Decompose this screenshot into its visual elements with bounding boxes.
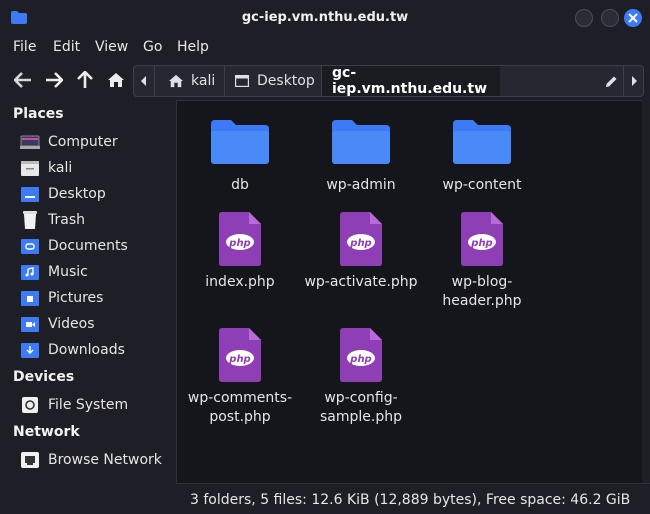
close-icon — [628, 13, 638, 23]
file-name: wp-blog- — [451, 274, 513, 290]
svg-text:php: php — [228, 354, 250, 365]
file-name: wp-activate.php — [304, 274, 418, 290]
home-folder-icon — [20, 159, 40, 177]
file-item-wp-activate-php[interactable]: php wp-activate.php — [301, 211, 421, 292]
pencil-icon — [605, 76, 616, 87]
sidebar-item-computer[interactable]: Computer — [20, 131, 170, 153]
computer-icon — [20, 133, 40, 151]
crumb-label: Desktop — [257, 73, 315, 89]
file-view[interactable]: db wp-admin wp-content php index.php php… — [176, 100, 643, 484]
scrollbar[interactable] — [642, 100, 650, 483]
folder-item-wp-admin[interactable]: wp-admin — [301, 114, 421, 195]
file-name: wp-config- — [324, 390, 398, 406]
crumb-label: gc-iep.vm.nthu.edu.tw — [332, 65, 488, 97]
sidebar-item-desktop[interactable]: Desktop — [20, 183, 170, 205]
file-name: header.php — [442, 293, 522, 309]
menu-view[interactable]: View — [95, 39, 128, 55]
toolbar: kali Desktop gc-iep.vm.nthu.edu.tw — [0, 62, 650, 98]
crumb-desktop[interactable]: Desktop — [225, 66, 322, 96]
back-button[interactable] — [11, 68, 35, 92]
trash-icon — [20, 211, 40, 229]
sidebar-item-pictures[interactable]: Pictures — [20, 287, 170, 309]
php-file-icon: php — [301, 327, 421, 383]
close-button[interactable] — [624, 9, 642, 27]
file-item-index-php[interactable]: php index.php — [180, 211, 300, 292]
home-icon — [169, 74, 183, 88]
svg-text:php: php — [470, 238, 492, 249]
home-icon — [108, 73, 124, 87]
path-scroll-right-button[interactable] — [623, 66, 643, 96]
drive-icon — [20, 396, 40, 414]
menu-go[interactable]: Go — [143, 39, 162, 55]
crumb-current-folder[interactable]: gc-iep.vm.nthu.edu.tw — [322, 66, 500, 96]
svg-text:php: php — [349, 238, 371, 249]
path-scroll-left-button[interactable] — [134, 66, 155, 96]
chevron-left-icon — [141, 76, 146, 86]
file-name: post.php — [209, 409, 271, 425]
sidebar: Places Computer kali Desktop Trash Docum… — [0, 100, 176, 513]
menu-edit[interactable]: Edit — [53, 39, 80, 55]
file-item-wp-config-sample-php[interactable]: php wp-config- sample.php — [301, 327, 421, 427]
status-bar: 3 folders, 5 files: 12.6 KiB (12,889 byt… — [176, 483, 650, 514]
window-title: gc-iep.vm.nthu.edu.tw — [241, 10, 409, 25]
places-heading: Places — [13, 106, 64, 122]
arrow-up-icon — [77, 71, 93, 88]
videos-folder-icon — [20, 315, 40, 333]
php-file-icon: php — [180, 211, 300, 267]
sidebar-item-downloads[interactable]: Downloads — [20, 339, 170, 361]
maximize-button[interactable] — [601, 9, 619, 27]
folder-icon — [301, 114, 421, 170]
title-bar: gc-iep.vm.nthu.edu.tw — [0, 0, 650, 36]
arrow-left-icon — [14, 72, 31, 88]
file-name: wp-comments- — [187, 390, 293, 406]
file-item-wp-blog-header-php[interactable]: php wp-blog- header.php — [422, 211, 542, 311]
status-text: 3 folders, 5 files: 12.6 KiB (12,889 byt… — [190, 492, 631, 508]
chevron-right-icon — [632, 76, 637, 86]
minimize-button[interactable] — [575, 9, 593, 27]
crumb-kali[interactable]: kali — [155, 66, 225, 96]
music-folder-icon — [20, 263, 40, 281]
sidebar-item-browse-network[interactable]: Browse Network — [20, 449, 170, 471]
network-icon — [20, 451, 40, 469]
svg-text:php: php — [228, 238, 250, 249]
desktop-folder-icon — [20, 185, 40, 203]
file-name: index.php — [205, 274, 275, 290]
crumb-label: kali — [191, 73, 216, 89]
menu-file[interactable]: File — [13, 39, 36, 55]
file-item-wp-comments-post-php[interactable]: php wp-comments- post.php — [180, 327, 300, 427]
file-name: sample.php — [320, 409, 402, 425]
php-file-icon: php — [422, 211, 542, 267]
pictures-folder-icon — [20, 289, 40, 307]
php-file-icon: php — [301, 211, 421, 267]
folder-icon — [422, 114, 542, 170]
menu-bar: File Edit View Go Help — [0, 36, 650, 60]
network-heading: Network — [13, 424, 80, 440]
edit-location-button[interactable] — [599, 66, 623, 96]
folder-item-db[interactable]: db — [180, 114, 300, 195]
forward-button[interactable] — [42, 68, 66, 92]
sidebar-item-music[interactable]: Music — [20, 261, 170, 283]
sidebar-item-trash[interactable]: Trash — [20, 209, 170, 231]
file-name: wp-admin — [326, 177, 396, 193]
folder-icon — [180, 114, 300, 170]
sidebar-item-videos[interactable]: Videos — [20, 313, 170, 335]
downloads-folder-icon — [20, 341, 40, 359]
sidebar-item-documents[interactable]: Documents — [20, 235, 170, 257]
file-name: db — [231, 177, 249, 193]
sidebar-item-kali[interactable]: kali — [20, 157, 170, 179]
up-button[interactable] — [73, 68, 97, 92]
devices-heading: Devices — [13, 369, 75, 385]
desktop-icon — [235, 75, 249, 87]
documents-folder-icon — [20, 237, 40, 255]
menu-help[interactable]: Help — [177, 39, 209, 55]
path-bar: kali Desktop gc-iep.vm.nthu.edu.tw — [133, 65, 644, 97]
home-button[interactable] — [104, 68, 128, 92]
php-file-icon: php — [180, 327, 300, 383]
file-name: wp-content — [442, 177, 522, 193]
sidebar-item-file-system[interactable]: File System — [20, 394, 170, 416]
svg-text:php: php — [349, 354, 371, 365]
arrow-right-icon — [46, 72, 63, 88]
folder-item-wp-content[interactable]: wp-content — [422, 114, 542, 195]
